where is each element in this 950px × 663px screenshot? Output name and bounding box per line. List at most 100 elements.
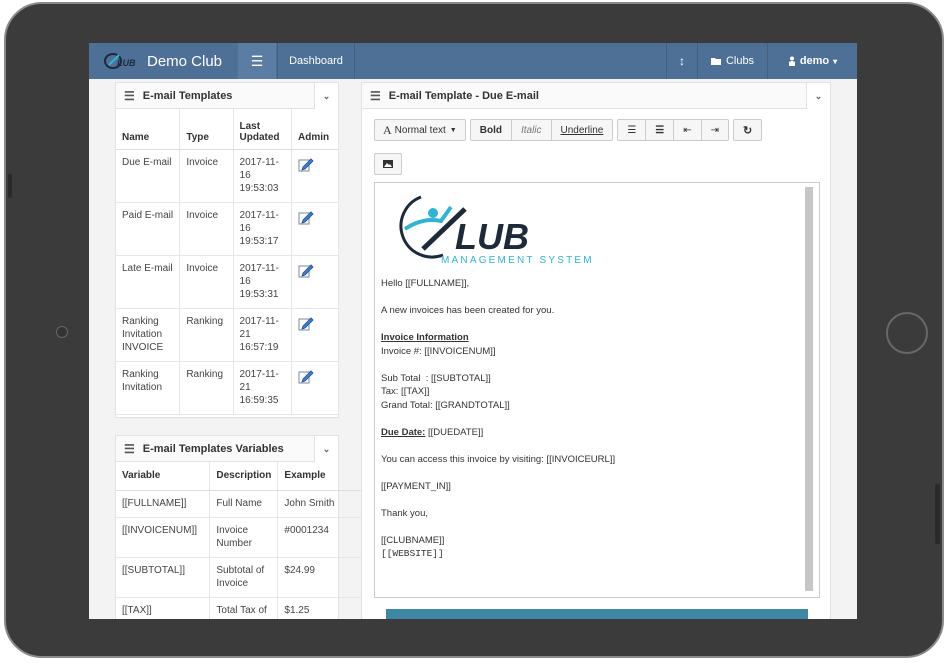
column-header-description: Description [209, 462, 279, 491]
collapse-button[interactable]: ⌄ [314, 436, 338, 462]
template-name: Ranking Invitation [116, 361, 181, 415]
template-name: Paid E-mail [116, 202, 181, 256]
column-header-type[interactable]: Type [179, 109, 234, 150]
edit-pencil-icon[interactable] [298, 209, 314, 225]
underline-label: Underline [560, 124, 604, 136]
template-type: Invoice [179, 149, 234, 203]
sidebar-toggle-button[interactable]: ☰ [238, 43, 276, 79]
hamburger-icon: ☰ [250, 52, 264, 69]
email-body-editor[interactable]: LUB MANAGEMENT SYSTEM Hello [[FULLNAME]]… [374, 182, 820, 598]
editor-scrollbar[interactable] [805, 187, 813, 591]
variable-description: Total Tax of [209, 597, 279, 619]
edit-pencil-icon[interactable] [298, 156, 314, 172]
club-management-logo: LUB MANAGEMENT SYSTEM [399, 195, 594, 266]
caret-down-icon: ▾ [833, 56, 838, 66]
outdent-icon: ⇤ [683, 124, 692, 136]
email-greeting: Hello [[FULLNAME]], [381, 278, 470, 289]
unordered-list-button[interactable]: ☰ [618, 120, 647, 140]
email-templates-panel: ☰ E-mail Templates ⌄ Name Type Last Upda… [115, 82, 339, 418]
variable-example: #0001234 [277, 517, 362, 558]
collapse-button[interactable]: ⌄ [806, 83, 830, 109]
bold-button[interactable]: Bold [471, 120, 512, 140]
table-row: [[INVOICENUM]] Invoice Number #0001234 [116, 517, 362, 558]
italic-button[interactable]: Italic [512, 120, 552, 140]
tablet-camera [56, 326, 68, 338]
editor-toolbar: A Normal text ▼ Bold Italic Underline ☰ … [374, 119, 763, 141]
template-type: Invoice [179, 202, 234, 256]
app-screen: LUB Demo Club ☰ Dashboard ↕ Clubs demo ▾ [89, 43, 857, 619]
chevron-down-icon: ⌄ [814, 90, 823, 101]
nav-user-menu[interactable]: demo ▾ [767, 43, 857, 79]
template-admin [291, 308, 339, 362]
table-row[interactable]: Late E-mail Invoice 2017-11-16 19:53:31 [116, 255, 339, 309]
thanks-line: Thank you, [381, 507, 428, 519]
template-name: Late E-mail [116, 255, 181, 309]
indent-button[interactable]: ⇥ [702, 120, 728, 140]
table-row[interactable]: Paid E-mail Invoice 2017-11-16 19:53:17 [116, 202, 339, 256]
template-admin [291, 361, 339, 415]
edit-pencil-icon[interactable] [298, 368, 314, 384]
table-row[interactable]: Due E-mail Invoice 2017-11-16 19:53:03 [116, 149, 339, 203]
outdent-button[interactable]: ⇤ [674, 120, 702, 140]
normal-text-label: Normal text [394, 124, 446, 136]
text-style-group: A Normal text ▼ [374, 119, 466, 141]
editor-toolbar-row2 [374, 153, 402, 175]
panel-title: E-mail Template - Due E-mail [388, 89, 539, 102]
variable-name: [[INVOICENUM]] [116, 517, 211, 558]
access-line: You can access this invoice by visiting:… [381, 453, 616, 465]
nav-dashboard-link[interactable]: Dashboard [277, 43, 355, 79]
vertical-arrows-icon: ↕ [679, 54, 685, 68]
normal-text-dropdown[interactable]: A Normal text ▼ [375, 120, 465, 140]
template-updated: 2017-11-16 19:53:31 [233, 255, 293, 309]
top-navbar: LUB Demo Club ☰ Dashboard ↕ Clubs demo ▾ [89, 43, 857, 79]
insert-image-button[interactable] [375, 154, 401, 174]
list-icon: ☰ [124, 441, 135, 456]
variable-example: John Smith [277, 490, 362, 518]
table-row[interactable]: Ranking Invitation Ranking 2017-11-21 16:5… [116, 361, 339, 415]
variable-example: $1.25 [277, 597, 362, 619]
email-templates-table: Name Type Last Updated Admin Due E-mail I… [116, 109, 339, 415]
template-admin [291, 255, 339, 309]
list-icon: ☰ [124, 88, 135, 103]
brand[interactable]: LUB Demo Club [89, 43, 238, 79]
column-header-variable: Variable [116, 462, 211, 491]
chevron-down-icon: ⌄ [322, 443, 331, 454]
underline-button[interactable]: Underline [552, 120, 613, 140]
template-name: Due E-mail [116, 149, 181, 203]
subtotal-line: Sub Total : [[SUBTOTAL]] [381, 372, 491, 384]
edit-pencil-icon[interactable] [298, 315, 314, 331]
bold-label: Bold [479, 124, 502, 136]
club-name-line: [[CLUBNAME]] [381, 534, 445, 546]
column-header-last-updated[interactable]: Last Updated [233, 109, 293, 150]
due-date-line: Due Date: [[DUEDATE]] [381, 426, 801, 440]
template-updated: 2017-11-16 19:53:17 [233, 202, 293, 256]
template-type: Invoice [179, 255, 234, 309]
column-header-example: Example [277, 462, 362, 491]
due-date-label: Due Date: [381, 426, 426, 438]
format-group: Bold Italic Underline [469, 119, 614, 141]
email-intro: A new invoices has been created for you. [381, 305, 555, 316]
column-header-name[interactable]: Name [116, 109, 181, 150]
template-type: Ranking [179, 361, 234, 415]
image-group [374, 153, 402, 175]
svg-text:LUB: LUB [117, 58, 136, 68]
svg-text:MANAGEMENT SYSTEM: MANAGEMENT SYSTEM [441, 255, 594, 266]
table-row: [[FULLNAME]] Full Name John Smith [116, 490, 362, 518]
variable-name: [[FULLNAME]] [116, 490, 211, 518]
user-icon [788, 56, 795, 66]
edit-pencil-icon[interactable] [298, 262, 314, 278]
save-bar[interactable] [386, 609, 808, 619]
panel-title: E-mail Templates Variables [142, 442, 284, 455]
nav-clubs-link[interactable]: Clubs [697, 43, 767, 79]
list-group: ☰ ☰ ⇤ ⇥ [617, 119, 730, 141]
table-row[interactable]: Ranking Invitation INVOICE Ranking 2017-11… [116, 308, 339, 362]
tablet-home-button [886, 312, 928, 354]
indent-icon: ⇥ [710, 124, 720, 136]
template-updated: 2017-11-21 16:59:35 [233, 361, 293, 415]
refresh-button[interactable]: ↻ [734, 120, 761, 140]
panel-title: E-mail Templates [142, 89, 233, 102]
ordered-list-button[interactable]: ☰ [646, 120, 675, 140]
nav-sort-button[interactable]: ↕ [666, 43, 697, 79]
collapse-button[interactable]: ⌄ [314, 83, 338, 109]
template-admin [291, 202, 339, 256]
